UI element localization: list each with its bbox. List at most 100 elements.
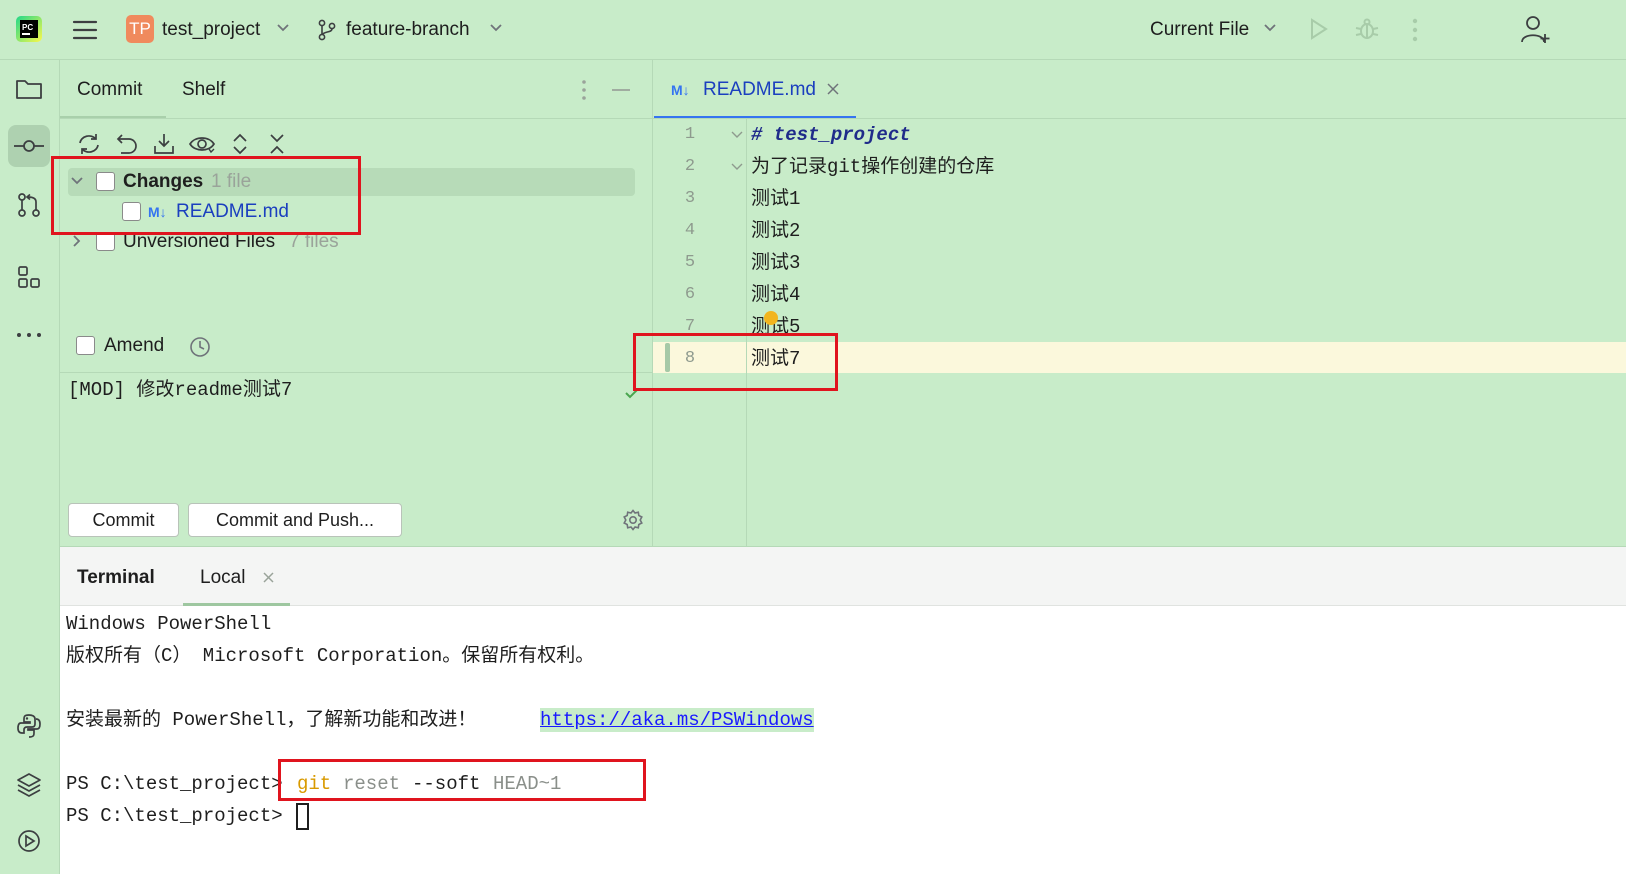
line-number: 2 [684, 157, 696, 176]
terminal-line: 版权所有（C） Microsoft Corporation。保留所有权利。 [66, 645, 595, 667]
folder-icon [15, 77, 43, 101]
view-options-eye-icon[interactable] [189, 134, 215, 154]
editor-tab-divider [653, 118, 1626, 119]
project-tool-button[interactable] [8, 68, 50, 110]
commit-message-field[interactable]: [MOD] 修改readme测试7 [60, 373, 653, 493]
intention-bulb-dot[interactable] [764, 311, 778, 325]
terminal-line: Windows PowerShell [66, 613, 272, 635]
terminal-link[interactable]: https://aka.ms/PSWindows [540, 708, 814, 732]
pull-requests-tool-button[interactable] [8, 184, 50, 226]
line-number: 8 [684, 349, 696, 368]
close-icon[interactable] [827, 83, 839, 95]
more-tools-button[interactable] [8, 314, 50, 356]
run-config-label: Current File [1150, 19, 1250, 40]
line-number: 1 [684, 125, 696, 144]
unversioned-label: Unversioned Files [123, 231, 276, 252]
terminal-line: 安装最新的 PowerShell，了解新功能和改进！ [66, 709, 477, 731]
changes-group-row[interactable]: Changes 1 file [68, 168, 635, 196]
options-icon[interactable] [580, 79, 588, 101]
refresh-icon[interactable] [76, 132, 102, 156]
line-number: 6 [684, 285, 696, 304]
chevron-right-icon[interactable] [72, 234, 82, 248]
code-line[interactable]: # test_project [751, 123, 911, 147]
project-selector[interactable]: TP test_project [126, 15, 296, 45]
structure-icon [16, 264, 42, 290]
line-number: 7 [684, 317, 696, 336]
structure-tool-button[interactable] [8, 256, 50, 298]
changed-file-row[interactable]: M↓ README.md [68, 198, 635, 226]
top-toolbar: PC TP test_project feature-branch Curren… [0, 0, 1626, 60]
commit-and-push-button[interactable]: Commit and Push... [188, 503, 402, 537]
commit-icon [14, 139, 44, 153]
chevron-down-icon [489, 23, 503, 33]
active-terminal-tab-indicator [183, 603, 290, 606]
changes-checkbox[interactable] [96, 172, 115, 191]
terminal-tab-label: Local [200, 567, 246, 588]
settings-gear-icon[interactable] [622, 509, 644, 531]
pycharm-logo-icon[interactable]: PC [16, 16, 42, 42]
git-command-args: --soft [412, 773, 481, 795]
add-user-icon[interactable] [1520, 14, 1552, 44]
fold-chevron-icon[interactable] [731, 163, 743, 172]
commit-button[interactable]: Commit [68, 503, 179, 537]
changes-count: 1 file [211, 171, 252, 192]
terminal-title: Terminal [77, 567, 155, 588]
python-icon [16, 713, 42, 739]
checkmark-icon [624, 386, 640, 400]
tool-window-stripe [0, 60, 60, 874]
git-command-args: HEAD~1 [493, 773, 562, 795]
terminal-cursor[interactable] [296, 803, 309, 830]
amend-checkbox[interactable] [76, 336, 95, 355]
commit-tool-window: Commit Shelf Changes 1 file M↓ README.md [60, 60, 653, 546]
unversioned-group-row[interactable]: Unversioned Files 7 files [68, 228, 635, 256]
rollback-icon[interactable] [115, 132, 139, 156]
project-name: test_project [162, 19, 261, 40]
code-line[interactable]: 为了记录git操作创建的仓库 [751, 155, 994, 179]
editor-tab-readme[interactable]: M↓ README.md [654, 60, 856, 118]
git-command-args: reset [343, 773, 401, 795]
collapse-all-icon[interactable] [268, 132, 286, 156]
code-line[interactable]: 测试3 [751, 251, 800, 275]
pull-request-icon [16, 192, 42, 218]
expand-all-icon[interactable] [231, 132, 249, 156]
chevron-down-icon[interactable] [70, 176, 84, 186]
python-console-button[interactable] [8, 705, 50, 747]
file-checkbox[interactable] [122, 202, 141, 221]
unversioned-count: 7 files [289, 231, 339, 252]
chevron-down-icon [1263, 23, 1277, 33]
terminal-tab-local[interactable]: Local [183, 547, 290, 606]
debug-icon[interactable] [1354, 16, 1380, 42]
code-line[interactable]: 测试2 [751, 219, 800, 243]
more-horizontal-icon [16, 331, 42, 339]
line-number: 3 [684, 189, 696, 208]
code-line[interactable]: 测试7 [751, 347, 800, 371]
main-menu-icon[interactable] [72, 18, 98, 42]
git-command: git [297, 773, 332, 795]
code-line[interactable]: 测试1 [751, 187, 800, 211]
run-icon[interactable] [1306, 17, 1330, 41]
amend-label: Amend [104, 335, 165, 356]
changed-file-name: README.md [176, 201, 289, 222]
terminal-header: Terminal Local [60, 547, 1626, 606]
branch-selector[interactable]: feature-branch [318, 15, 508, 45]
gutter-divider [746, 119, 747, 546]
commit-tool-button[interactable] [8, 125, 50, 167]
tab-shelf[interactable]: Shelf [182, 78, 225, 102]
layers-tool-button[interactable] [8, 763, 50, 805]
close-icon[interactable] [263, 572, 274, 583]
minimize-icon[interactable] [611, 88, 631, 92]
history-clock-icon[interactable] [189, 336, 211, 358]
services-tool-button[interactable] [8, 820, 50, 862]
code-line[interactable]: 测试4 [751, 283, 800, 307]
tab-commit[interactable]: Commit [77, 78, 142, 102]
terminal-prompt: PS C:\test_project> [66, 773, 283, 795]
fold-chevron-icon[interactable] [731, 131, 743, 140]
panel-divider [60, 118, 653, 119]
chevron-down-icon [276, 23, 290, 33]
run-config-selector[interactable]: Current File [1150, 15, 1280, 45]
update-download-icon[interactable] [152, 132, 176, 156]
line-number: 5 [684, 253, 696, 272]
more-actions-icon[interactable] [1409, 17, 1421, 43]
layers-icon [16, 771, 42, 797]
unversioned-checkbox[interactable] [96, 232, 115, 251]
